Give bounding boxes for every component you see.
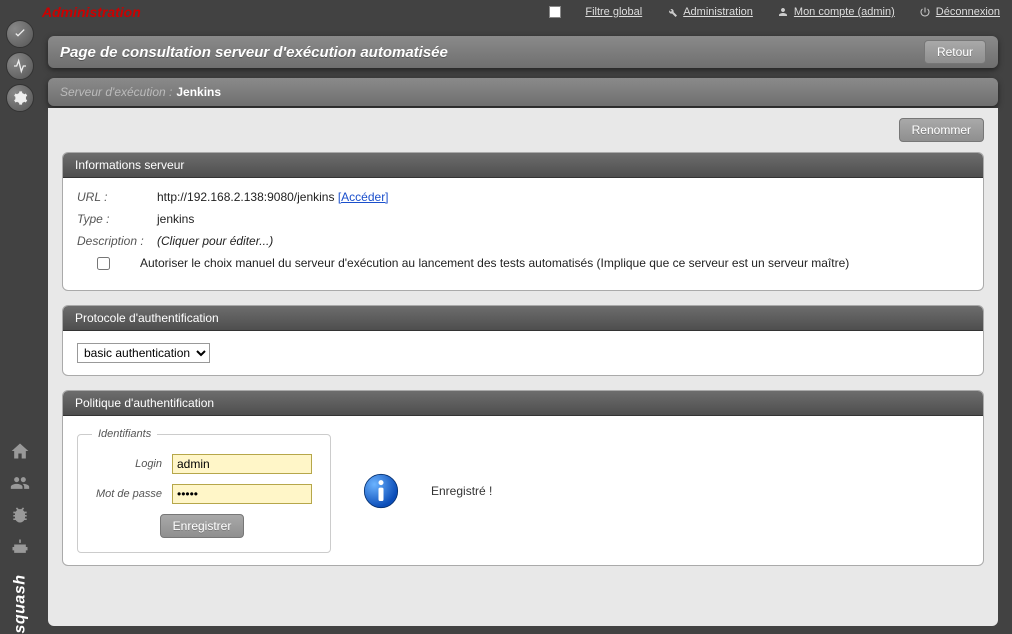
- password-label: Mot de passe: [92, 488, 172, 500]
- main-area: Page de consultation serveur d'exécution…: [48, 36, 998, 106]
- server-label: Serveur d'exécution :: [60, 85, 172, 99]
- auth-policy-section: Politique d'authentification Identifiant…: [62, 390, 984, 566]
- saved-message: Enregistré !: [431, 484, 492, 498]
- administration-link[interactable]: Administration: [666, 6, 753, 18]
- desc-label: Description :: [77, 234, 157, 248]
- bug-icon[interactable]: [9, 505, 31, 525]
- credentials-legend: Identifiants: [92, 428, 157, 440]
- group-icon[interactable]: [9, 473, 31, 493]
- brand-title: Administration: [42, 4, 141, 20]
- filter-global-link[interactable]: Filtre global: [585, 6, 642, 18]
- action-row: Renommer: [62, 118, 984, 142]
- user-icon: [777, 6, 789, 18]
- home-icon[interactable]: [9, 441, 31, 461]
- url-label: URL :: [77, 190, 157, 204]
- url-value: http://192.168.2.138:9080/jenkins [Accéd…: [157, 190, 389, 204]
- info-icon: [361, 471, 401, 511]
- topbar: Administration Filtre global Administrat…: [0, 0, 1012, 24]
- sidebar: squash: [0, 0, 40, 633]
- save-credentials-button[interactable]: Enregistrer: [160, 514, 245, 538]
- auth-policy-header: Politique d'authentification: [63, 391, 983, 416]
- auth-protocol-header: Protocole d'authentification: [63, 306, 983, 331]
- auth-protocol-section: Protocole d'authentification basic authe…: [62, 305, 984, 376]
- password-input[interactable]: [172, 484, 312, 504]
- page-header: Page de consultation serveur d'exécution…: [48, 36, 998, 68]
- credentials-fieldset: Identifiants Login Mot de passe Enregist…: [77, 428, 331, 553]
- server-header: Serveur d'exécution : Jenkins: [48, 78, 998, 106]
- content-scroll[interactable]: Renommer Informations serveur URL : http…: [48, 108, 998, 626]
- allow-manual-checkbox[interactable]: [97, 257, 110, 270]
- login-label: Login: [92, 458, 172, 470]
- robot-icon[interactable]: [9, 537, 31, 557]
- server-info-header: Informations serveur: [63, 153, 983, 178]
- account-link[interactable]: Mon compte (admin): [777, 6, 895, 18]
- type-label: Type :: [77, 212, 157, 226]
- allow-manual-text: Autoriser le choix manuel du serveur d'e…: [140, 256, 849, 270]
- logout-link[interactable]: Déconnexion: [919, 6, 1000, 18]
- server-name: Jenkins: [176, 85, 221, 99]
- auth-protocol-select[interactable]: basic authentication: [77, 343, 210, 363]
- type-value: jenkins: [157, 212, 194, 226]
- wrench-icon: [666, 6, 678, 18]
- product-logo: squash: [11, 574, 29, 633]
- url-access-link[interactable]: [Accéder]: [338, 190, 389, 204]
- server-info-section: Informations serveur URL : http://192.16…: [62, 152, 984, 291]
- back-button[interactable]: Retour: [924, 40, 986, 64]
- desc-placeholder[interactable]: (Cliquer pour éditer...): [157, 234, 273, 248]
- filter-global-checkbox[interactable]: [549, 6, 561, 18]
- nav-gears-icon[interactable]: [6, 84, 34, 112]
- login-input[interactable]: [172, 454, 312, 474]
- rename-button[interactable]: Renommer: [899, 118, 984, 142]
- power-icon: [919, 6, 931, 18]
- page-title: Page de consultation serveur d'exécution…: [60, 44, 924, 61]
- nav-activity-icon[interactable]: [6, 52, 34, 80]
- nav-check-icon[interactable]: [6, 20, 34, 48]
